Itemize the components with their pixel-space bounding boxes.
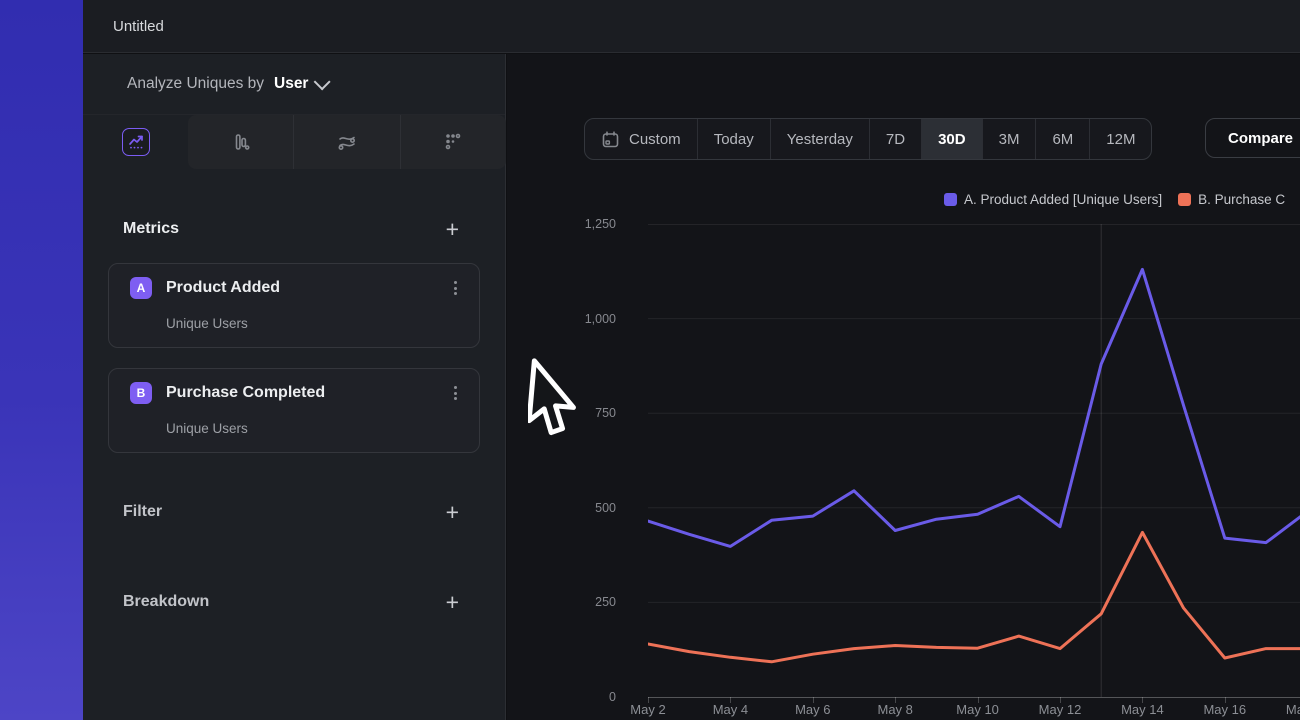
- add-filter-button[interactable]: +: [446, 502, 459, 522]
- analyze-label: Analyze Uniques by: [127, 75, 264, 93]
- flows-icon: [336, 131, 358, 153]
- bar-chart-icon: [231, 132, 251, 152]
- y-tick-label: 1,000: [556, 312, 616, 326]
- range-3m-button[interactable]: 3M: [983, 119, 1037, 159]
- top-bar: Untitled: [83, 0, 1300, 53]
- line-chart-plot[interactable]: [648, 224, 1300, 698]
- kebab-menu-icon[interactable]: [447, 383, 463, 403]
- range-30d-button[interactable]: 30D: [922, 119, 983, 159]
- legend-swatch-b: [1178, 193, 1191, 206]
- metric-name: Purchase Completed: [166, 384, 325, 402]
- inactive-tabs-strip: [188, 115, 506, 169]
- filter-title: Filter: [123, 503, 162, 521]
- chart-panel: Custom Today Yesterday 7D 30D 3M 6M 12M …: [507, 54, 1300, 720]
- brand-gradient-strip: [0, 0, 83, 720]
- add-breakdown-button[interactable]: +: [446, 592, 459, 612]
- analyze-entity-dropdown[interactable]: User: [274, 75, 308, 93]
- query-sidebar: Analyze Uniques by User: [83, 54, 506, 720]
- legend-item-a[interactable]: A. Product Added [Unique Users]: [944, 192, 1162, 207]
- line-chart-icon: [127, 133, 145, 151]
- metric-card-a[interactable]: A Product Added Unique Users: [108, 263, 480, 348]
- range-custom-button[interactable]: Custom: [585, 119, 698, 159]
- chart-legend: A. Product Added [Unique Users] B. Purch…: [944, 192, 1285, 207]
- legend-item-b[interactable]: B. Purchase C: [1178, 192, 1285, 207]
- metric-name: Product Added: [166, 279, 280, 297]
- y-tick-label: 1,250: [556, 217, 616, 231]
- x-tick-label: May 4: [713, 702, 748, 717]
- calendar-icon: [601, 130, 620, 149]
- legend-swatch-a: [944, 193, 957, 206]
- metric-measure[interactable]: Unique Users: [166, 421, 248, 436]
- x-tick-label: May 8: [877, 702, 912, 717]
- x-tick-label: May 2: [630, 702, 665, 717]
- report-title[interactable]: Untitled: [113, 18, 164, 35]
- x-tick-label: May 18: [1286, 702, 1300, 717]
- app-window: { "window": { "title": "Untitled" }, "si…: [0, 0, 1300, 720]
- date-range-toolbar: Custom Today Yesterday 7D 30D 3M 6M 12M: [584, 118, 1152, 160]
- x-tick-label: May 12: [1039, 702, 1082, 717]
- x-tick-label: May 10: [956, 702, 999, 717]
- y-tick-label: 750: [556, 406, 616, 420]
- range-6m-button[interactable]: 6M: [1036, 119, 1090, 159]
- x-tick-label: May 14: [1121, 702, 1164, 717]
- filter-section: Filter +: [83, 497, 505, 527]
- y-tick-label: 500: [556, 501, 616, 515]
- chevron-down-icon[interactable]: [314, 73, 331, 90]
- legend-label-a: A. Product Added [Unique Users]: [964, 192, 1162, 207]
- metrics-title: Metrics: [123, 220, 179, 238]
- breakdown-section: Breakdown +: [83, 587, 505, 617]
- analyze-row: Analyze Uniques by User: [83, 54, 505, 115]
- range-7d-button[interactable]: 7D: [870, 119, 922, 159]
- tab-retention[interactable]: [400, 115, 506, 169]
- tab-bar-chart[interactable]: [188, 115, 293, 169]
- metric-badge-a: A: [130, 277, 152, 299]
- y-tick-label: 0: [556, 690, 616, 704]
- range-yesterday-button[interactable]: Yesterday: [771, 119, 870, 159]
- x-tick-label: May 16: [1203, 702, 1246, 717]
- breakdown-title: Breakdown: [123, 593, 209, 611]
- retention-icon: [442, 131, 464, 153]
- range-today-button[interactable]: Today: [698, 119, 771, 159]
- kebab-menu-icon[interactable]: [447, 278, 463, 298]
- add-metric-button[interactable]: +: [446, 219, 459, 239]
- legend-label-b: B. Purchase C: [1198, 192, 1285, 207]
- metrics-header: Metrics +: [83, 214, 505, 244]
- range-12m-button[interactable]: 12M: [1090, 119, 1151, 159]
- compare-button[interactable]: Compare: [1205, 118, 1300, 158]
- metric-measure[interactable]: Unique Users: [166, 316, 248, 331]
- y-tick-label: 250: [556, 595, 616, 609]
- tab-flows[interactable]: [293, 115, 399, 169]
- chart-type-tabs: [83, 115, 505, 169]
- metric-card-b[interactable]: B Purchase Completed Unique Users: [108, 368, 480, 453]
- x-tick-label: May 6: [795, 702, 830, 717]
- metric-badge-b: B: [130, 382, 152, 404]
- tab-insights-line-chart[interactable]: [122, 128, 150, 156]
